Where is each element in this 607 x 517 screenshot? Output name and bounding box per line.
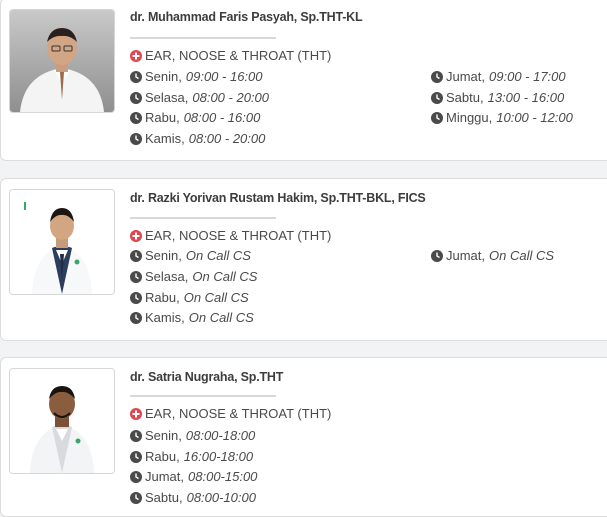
schedule-time: 08:00-15:00 xyxy=(188,469,258,484)
schedule-time: On Call CS xyxy=(183,290,249,305)
specialty: EAR, NOOSE & THROAT (THT) xyxy=(130,228,331,243)
schedule-time: On Call CS xyxy=(188,310,254,325)
schedule-day: Senin, xyxy=(145,69,182,84)
schedule-item: Rabu, 08:00 - 16:00 xyxy=(130,110,260,125)
doctor-photo[interactable] xyxy=(9,189,115,295)
schedule-day: Sabtu, xyxy=(145,490,183,505)
schedule-day: Jumat, xyxy=(145,469,185,484)
doctor-card[interactable]: dr. Razki Yorivan Rustam Hakim, Sp.THT-B… xyxy=(0,178,607,341)
name-divider xyxy=(130,37,276,39)
schedule-time: 08:00-10:00 xyxy=(186,490,256,505)
schedule-day: Kamis, xyxy=(145,310,185,325)
schedule-item: Kamis, 08:00 - 20:00 xyxy=(130,131,265,146)
specialty: EAR, NOOSE & THROAT (THT) xyxy=(130,406,331,421)
clock-icon xyxy=(431,91,443,104)
schedule-time: 16:00-18:00 xyxy=(183,449,254,464)
schedule-time: 09:00 - 17:00 xyxy=(489,69,566,84)
specialty-label: EAR, NOOSE & THROAT (THT) xyxy=(145,406,332,421)
doctor-card[interactable]: dr. Satria Nugraha, Sp.THT EAR, NOOSE & … xyxy=(0,357,607,517)
schedule-item: Rabu, On Call CS xyxy=(130,290,249,305)
schedule-day: Rabu, xyxy=(145,110,180,125)
plus-circle-icon xyxy=(130,229,142,242)
schedule-item: Senin, 09:00 - 16:00 xyxy=(130,69,263,84)
doctor-name[interactable]: dr. Muhammad Faris Pasyah, Sp.THT-KL xyxy=(130,10,363,24)
schedule-day: Selasa, xyxy=(145,269,189,284)
clock-icon xyxy=(130,291,142,304)
schedule-item: Senin, On Call CS xyxy=(130,248,251,263)
schedule-item: Sabtu, 08:00-10:00 xyxy=(130,490,256,505)
schedule-item: Jumat, On Call CS xyxy=(431,248,554,263)
name-divider xyxy=(130,217,276,219)
specialty-label: EAR, NOOSE & THROAT (THT) xyxy=(145,228,332,243)
schedule-day: Selasa, xyxy=(145,90,189,105)
clock-icon xyxy=(130,491,142,504)
plus-circle-icon xyxy=(130,407,142,420)
schedule-item: Selasa, 08:00 - 20:00 xyxy=(130,90,269,105)
clock-icon xyxy=(431,249,443,262)
schedule-day: Senin, xyxy=(145,248,182,263)
clock-icon xyxy=(431,70,443,83)
schedule-item: Kamis, On Call CS xyxy=(130,310,254,325)
plus-circle-icon xyxy=(130,49,142,62)
schedule-time: On Call CS xyxy=(489,248,555,263)
doctor-card[interactable]: dr. Muhammad Faris Pasyah, Sp.THT-KL EAR… xyxy=(0,0,607,161)
doctor-name[interactable]: dr. Razki Yorivan Rustam Hakim, Sp.THT-B… xyxy=(130,191,426,205)
schedule-time: 08:00 - 20:00 xyxy=(192,90,269,105)
clock-icon xyxy=(130,111,142,124)
clock-icon xyxy=(130,429,142,442)
schedule-item: Selasa, On Call CS xyxy=(130,269,257,284)
schedule-item: Jumat, 08:00-15:00 xyxy=(130,469,257,484)
name-divider xyxy=(130,395,276,397)
specialty: EAR, NOOSE & THROAT (THT) xyxy=(130,48,331,63)
clock-icon xyxy=(130,450,142,463)
clock-icon xyxy=(130,311,142,324)
schedule-time: 09:00 - 16:00 xyxy=(185,69,263,84)
schedule-day: Rabu, xyxy=(145,449,180,464)
schedule-item: Minggu, 10:00 - 12:00 xyxy=(431,110,573,125)
clock-icon xyxy=(130,132,142,145)
doctor-name[interactable]: dr. Satria Nugraha, Sp.THT xyxy=(130,370,283,384)
doctor-photo[interactable] xyxy=(9,368,115,474)
schedule-time: 10:00 - 12:00 xyxy=(496,110,573,125)
clock-icon xyxy=(130,249,142,262)
schedule-item: Sabtu, 13:00 - 16:00 xyxy=(431,90,564,105)
schedule-time: On Call CS xyxy=(185,248,251,263)
schedule-day: Senin, xyxy=(145,428,182,443)
clock-icon xyxy=(130,470,142,483)
clock-icon xyxy=(130,91,142,104)
schedule-day: Sabtu, xyxy=(446,90,484,105)
doctor-photo[interactable] xyxy=(9,9,115,113)
clock-icon xyxy=(431,111,443,124)
schedule-item: Rabu, 16:00-18:00 xyxy=(130,449,253,464)
schedule-day: Jumat, xyxy=(446,248,486,263)
schedule-time: 08:00 - 20:00 xyxy=(188,131,266,146)
specialty-label: EAR, NOOSE & THROAT (THT) xyxy=(145,48,332,63)
schedule-day: Minggu, xyxy=(446,110,493,125)
schedule-time: 13:00 - 16:00 xyxy=(487,90,565,105)
schedule-time: 08:00 - 16:00 xyxy=(183,110,261,125)
clock-icon xyxy=(130,270,142,283)
schedule-day: Jumat, xyxy=(446,69,486,84)
schedule-item: Jumat, 09:00 - 17:00 xyxy=(431,69,566,84)
schedule-day: Rabu, xyxy=(145,290,180,305)
schedule-time: On Call CS xyxy=(192,269,258,284)
clock-icon xyxy=(130,70,142,83)
schedule-day: Kamis, xyxy=(145,131,185,146)
schedule-time: 08:00-18:00 xyxy=(185,428,256,443)
schedule-item: Senin, 08:00-18:00 xyxy=(130,428,255,443)
